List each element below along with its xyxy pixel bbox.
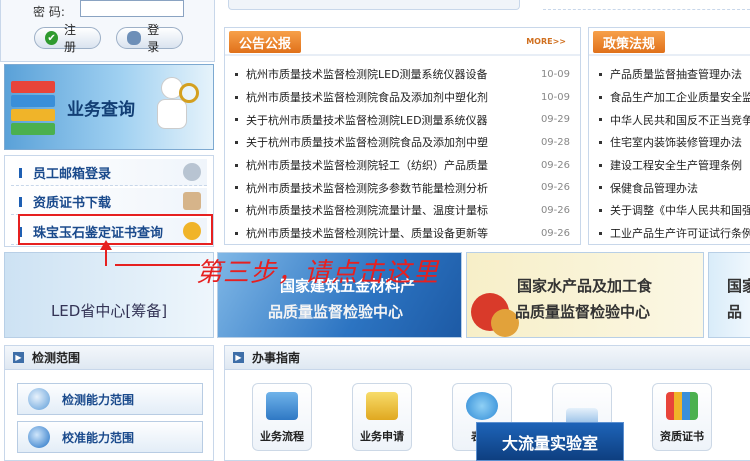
- national-center-banner[interactable]: 国家 品: [708, 252, 750, 338]
- password-label: 密 码:: [33, 5, 65, 19]
- register-label: 注 册: [64, 23, 77, 54]
- button-label: 校准能力范围: [62, 430, 135, 445]
- list-item[interactable]: 杭州市质量技术监督检测院多参数节能量检测分析 09-26: [235, 176, 570, 199]
- highlight-box: [18, 214, 213, 245]
- notice-list: 杭州市质量技术监督检测院LED测量系统仪器设备 10-09 杭州市质量技术监督检测…: [235, 63, 570, 245]
- quick-link-label: 员工邮箱登录: [33, 166, 112, 182]
- books-icon: [11, 81, 55, 137]
- list-item[interactable]: 杭州市质量技术监督检测院流量计量、温度计量标 09-26: [235, 199, 570, 222]
- magnifier-icon: [28, 388, 50, 410]
- testing-capability-button[interactable]: 检测能力范围: [17, 383, 203, 415]
- users-icon: [127, 31, 142, 45]
- detection-scope-panel: ▶ 检测范围 检测能力范围 校准能力范围: [4, 345, 214, 461]
- banner-line-1: 国家: [727, 277, 750, 295]
- section-header: ▶ 检测范围: [5, 346, 213, 370]
- guide-item-process[interactable]: 业务流程: [252, 383, 312, 451]
- arrow-right-icon: ▶: [233, 352, 244, 363]
- section-title: 办事指南: [252, 351, 301, 365]
- guide-item-certificates[interactable]: 资质证书: [652, 383, 712, 451]
- guide-item-application[interactable]: 业务申请: [352, 383, 412, 451]
- list-item[interactable]: 杭州市质量技术监督检测院食品及添加剂中塑化剂 10-09: [235, 86, 570, 109]
- people-icon: [183, 163, 201, 181]
- policy-list: 产品质量监督抽查管理办法 食品生产加工企业质量安全监 中华人民共和国反不正当竞争…: [599, 63, 750, 245]
- list-item[interactable]: 关于杭州市质量技术监督检测院食品及添加剂中塑 09-28: [235, 131, 570, 154]
- policy-tab[interactable]: 政策法规: [593, 31, 666, 53]
- flowchart-icon: [266, 392, 298, 420]
- large-flow-lab-banner[interactable]: 大流量实验室: [476, 422, 624, 461]
- policy-header-line: [589, 54, 750, 56]
- register-button[interactable]: ✔ 注 册: [34, 23, 101, 54]
- flask-icon: [28, 426, 50, 448]
- list-item[interactable]: 住宅室内装饰装修管理办法: [599, 131, 750, 154]
- annotation-text: 第三步，请点击这里: [196, 258, 440, 288]
- policy-panel: 政策法规 产品质量监督抽查管理办法 食品生产加工企业质量安全监 中华人民共和国反…: [588, 27, 750, 245]
- notice-header-line: [225, 54, 580, 56]
- more-link[interactable]: MORE>>: [526, 37, 566, 46]
- guide-item-label: 业务申请: [360, 430, 404, 443]
- quick-link-staff-email[interactable]: 员工邮箱登录: [11, 159, 207, 186]
- aquatic-products-center-banner[interactable]: 国家水产品及加工食 品质量监督检验中心: [466, 252, 704, 338]
- list-item[interactable]: 建设工程安全生产管理条例: [599, 154, 750, 177]
- section-title: 检测范围: [32, 351, 81, 365]
- banner-line-1: 国家水产品及加工食: [517, 277, 653, 295]
- list-item[interactable]: 食品生产加工企业质量安全监: [599, 86, 750, 109]
- arrow-line: [105, 246, 107, 266]
- notice-panel: 公告公报 MORE>> 杭州市质量技术监督检测院LED测量系统仪器设备 10-09…: [224, 27, 581, 245]
- clipboard-icon: [183, 192, 201, 210]
- quick-link-label: 资质证书下载: [33, 195, 112, 211]
- arrow-right-icon: ▶: [13, 352, 24, 363]
- list-item[interactable]: 关于调整《中华人民共和国强: [599, 199, 750, 222]
- checkmark-icon: ✔: [45, 31, 59, 45]
- button-label: 检测能力范围: [62, 392, 135, 407]
- login-button[interactable]: 登 录: [116, 23, 183, 54]
- business-query-title: 业务查询: [67, 100, 135, 120]
- guide-item-label: 资质证书: [660, 430, 704, 443]
- list-item[interactable]: 关于杭州市质量技术监督检测院LED测量系统仪器 09-29: [235, 108, 570, 131]
- list-item[interactable]: 杭州市质量技术监督检测院计量、质量设备更新等 09-26: [235, 222, 570, 245]
- magnifier-figure-icon: [155, 77, 203, 137]
- guide-item-label: 业务流程: [260, 430, 304, 443]
- notice-tab[interactable]: 公告公报: [229, 31, 302, 53]
- list-item[interactable]: 中华人民共和国反不正当竞争: [599, 108, 750, 131]
- application-icon: [366, 392, 398, 420]
- quick-link-certificate-download[interactable]: 资质证书下载: [11, 188, 207, 215]
- led-center-label: LED省中心[筹备]: [50, 301, 168, 320]
- banner-line-2: 品质量监督检验中心: [515, 303, 651, 321]
- top-divider: [543, 0, 750, 10]
- list-item[interactable]: 工业产品生产许可证试行条例: [599, 222, 750, 245]
- top-search-bar: [228, 0, 520, 10]
- calibration-capability-button[interactable]: 校准能力范围: [17, 421, 203, 453]
- banner-line-2: 品: [727, 303, 743, 321]
- password-input[interactable]: [80, 0, 184, 17]
- business-query-banner[interactable]: 业务查询: [4, 64, 214, 150]
- list-item[interactable]: 杭州市质量技术监督检测院LED测量系统仪器设备 10-09: [235, 63, 570, 86]
- section-header: ▶ 办事指南: [225, 346, 750, 370]
- arrow-line: [115, 264, 200, 266]
- list-item[interactable]: 产品质量监督抽查管理办法: [599, 63, 750, 86]
- list-item[interactable]: 杭州市质量技术监督检测院轻工（纺织）产品质量 09-26: [235, 154, 570, 177]
- login-label: 登 录: [147, 23, 160, 54]
- banner-line-2: 品质量监督检验中心: [268, 303, 404, 321]
- books-icon: [666, 392, 698, 420]
- globe-icon: [466, 392, 498, 420]
- list-item[interactable]: 保健食品管理办法: [599, 176, 750, 199]
